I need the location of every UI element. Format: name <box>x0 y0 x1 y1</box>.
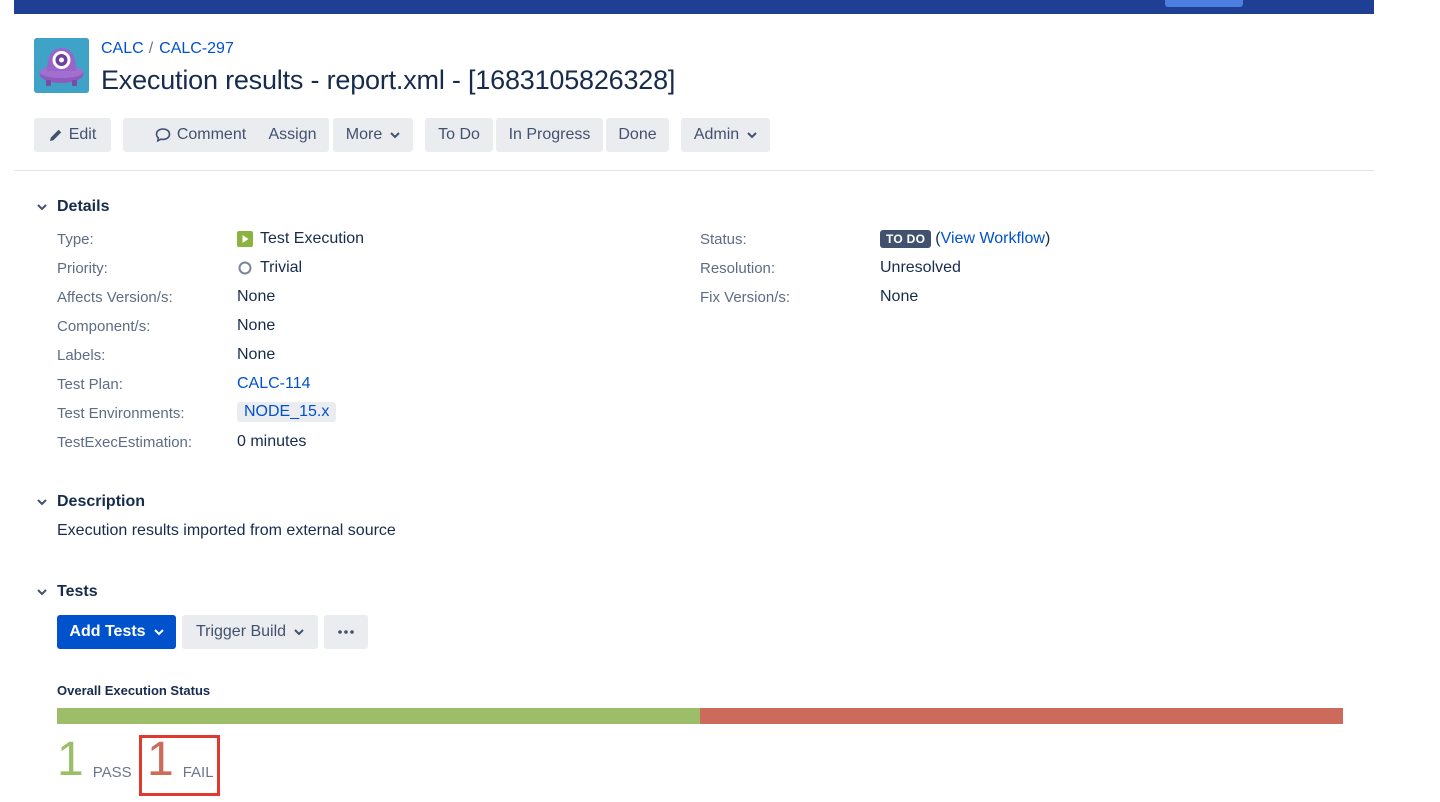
top-nav-bar <box>14 0 1374 14</box>
comment-icon <box>155 127 171 143</box>
priority-value: Trivial <box>237 259 302 277</box>
more-label: More <box>345 126 383 143</box>
labels-value: None <box>237 346 276 363</box>
comment-button[interactable]: Comment <box>123 118 278 152</box>
trigger-build-label: Trigger Build <box>195 623 287 640</box>
test-plan-value: CALC-114 <box>237 375 311 393</box>
collapse-chevron-icon <box>34 494 50 510</box>
priority-label: Priority: <box>57 260 108 277</box>
status-badge: TO DO <box>880 230 932 248</box>
affects-version-value: None <box>237 288 276 305</box>
ellipsis-icon <box>338 630 354 634</box>
test-exec-estimation-label: TestExecEstimation: <box>57 434 193 451</box>
test-exec-estimation-value: 0 minutes <box>237 433 307 450</box>
environment-tag[interactable]: NODE_15.x <box>237 402 337 422</box>
breadcrumb-separator: / <box>148 40 154 57</box>
in-progress-label: In Progress <box>508 126 591 143</box>
details-heading: Details <box>57 198 110 215</box>
project-avatar-icon[interactable] <box>34 38 89 93</box>
breadcrumb-project-link[interactable]: CALC <box>101 40 144 57</box>
admin-label: Admin <box>693 126 740 143</box>
edit-button[interactable]: Edit <box>34 118 111 152</box>
add-tests-button[interactable]: Add Tests <box>57 615 176 649</box>
assign-label: Assign <box>268 126 317 143</box>
collapse-chevron-icon <box>34 199 50 215</box>
more-actions-button[interactable] <box>324 615 368 649</box>
chevron-down-icon <box>390 131 400 139</box>
header-divider <box>14 170 1374 171</box>
more-button[interactable]: More <box>333 118 413 152</box>
status-label: Status: <box>700 231 747 248</box>
fail-count-label: FAIL <box>182 764 214 781</box>
tests-section-toggle[interactable]: Tests <box>34 583 98 601</box>
comment-label: Comment <box>176 126 247 143</box>
test-environments-label: Test Environments: <box>57 405 185 422</box>
fail-count[interactable]: 1 FAIL <box>147 736 214 784</box>
description-text: Execution results imported from external… <box>57 522 396 539</box>
issue-header: CALC / CALC-297 Execution results - report… <box>34 38 1334 98</box>
page-title: Execution results - report.xml - [168310… <box>101 65 676 95</box>
chevron-down-icon <box>153 628 164 636</box>
priority-trivial-icon <box>237 260 253 276</box>
assign-button[interactable]: Assign <box>256 118 329 152</box>
fix-version-value: None <box>880 288 919 305</box>
trigger-build-button[interactable]: Trigger Build <box>182 615 318 649</box>
chevron-down-icon <box>294 628 304 636</box>
todo-label: To Do <box>438 126 480 143</box>
labels-label: Labels: <box>57 347 106 364</box>
top-nav-button[interactable] <box>1165 0 1243 7</box>
chevron-down-icon <box>747 131 757 139</box>
resolution-label: Resolution: <box>700 260 776 277</box>
priority-value-text: Trivial <box>260 259 303 276</box>
test-environments-value: NODE_15.x <box>237 402 337 422</box>
test-execution-icon <box>237 231 253 247</box>
admin-button[interactable]: Admin <box>681 118 770 152</box>
done-label: Done <box>618 126 657 143</box>
done-transition-button[interactable]: Done <box>606 118 669 152</box>
collapse-chevron-icon <box>34 584 50 600</box>
test-plan-link[interactable]: CALC-114 <box>237 375 311 393</box>
type-value: Test Execution <box>237 230 364 248</box>
tests-heading: Tests <box>57 583 98 600</box>
pass-count-number: 1 <box>57 733 84 786</box>
type-value-text: Test Execution <box>260 230 365 247</box>
todo-transition-button[interactable]: To Do <box>425 118 493 152</box>
fix-version-label: Fix Version/s: <box>700 289 791 306</box>
edit-label: Edit <box>68 126 97 143</box>
fail-count-number: 1 <box>147 733 174 786</box>
component-value: None <box>237 317 276 334</box>
overall-execution-status-label: Overall Execution Status <box>57 683 211 698</box>
in-progress-transition-button[interactable]: In Progress <box>496 118 603 152</box>
resolution-value: Unresolved <box>880 259 961 276</box>
breadcrumb-issue-link[interactable]: CALC-297 <box>159 40 234 57</box>
status-value: TO DO (View Workflow) <box>880 230 1050 248</box>
breadcrumb: CALC / CALC-297 <box>101 40 234 58</box>
type-label: Type: <box>57 231 94 248</box>
execution-progress-bar <box>57 708 1343 724</box>
component-label: Component/s: <box>57 318 151 335</box>
workflow-close-paren: ) <box>1044 230 1051 247</box>
progress-pass-segment[interactable] <box>57 708 700 724</box>
test-plan-label: Test Plan: <box>57 376 123 393</box>
pass-count-label: PASS <box>92 764 132 781</box>
pencil-icon <box>49 128 63 142</box>
description-section-toggle[interactable]: Description <box>34 493 145 511</box>
view-workflow-link[interactable]: View Workflow <box>941 230 1045 248</box>
progress-fail-segment[interactable] <box>700 708 1343 724</box>
description-heading: Description <box>57 493 146 510</box>
add-tests-label: Add Tests <box>69 623 146 640</box>
pass-count[interactable]: 1 PASS <box>57 736 132 784</box>
details-section-toggle[interactable]: Details <box>34 198 109 216</box>
affects-version-label: Affects Version/s: <box>57 289 173 306</box>
